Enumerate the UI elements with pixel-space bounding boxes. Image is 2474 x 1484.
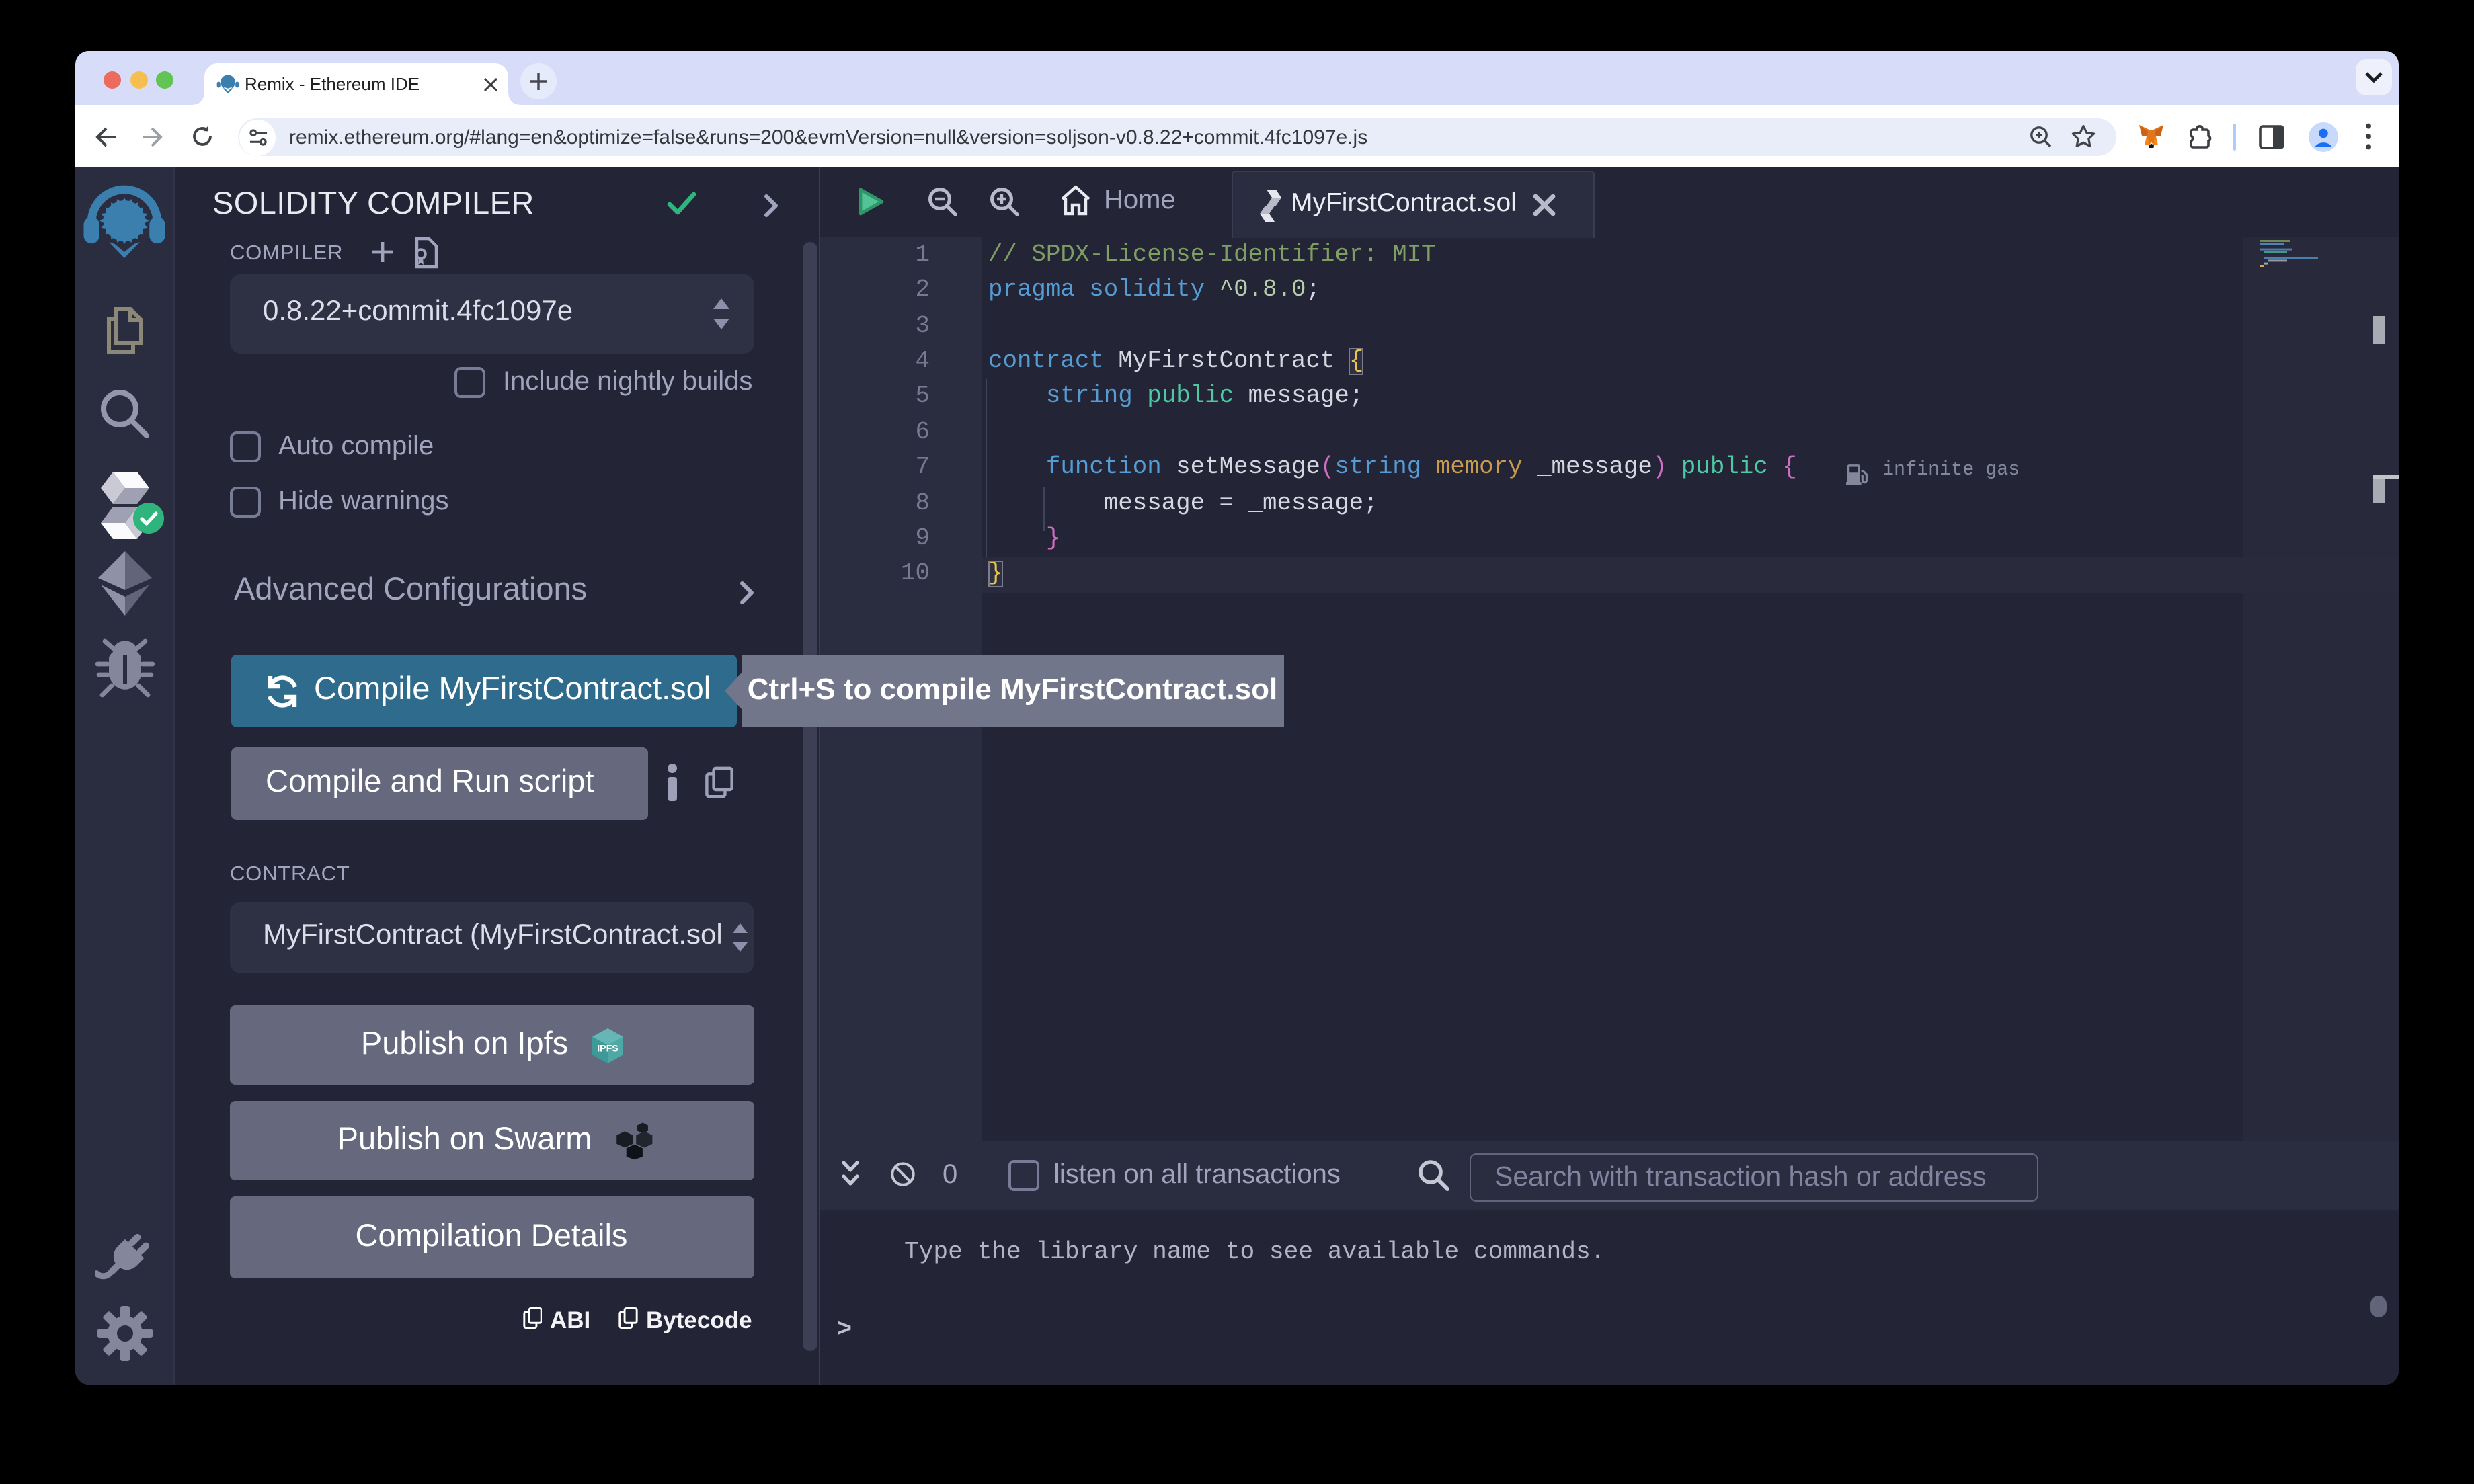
svg-text:IPFS: IPFS — [596, 1043, 618, 1054]
